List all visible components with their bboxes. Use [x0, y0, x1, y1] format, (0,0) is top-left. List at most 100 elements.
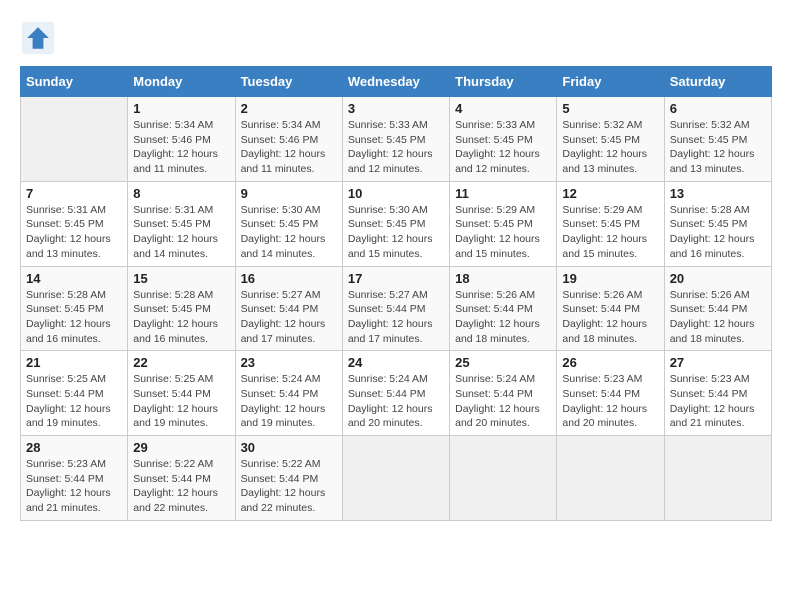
calendar-body: 1 Sunrise: 5:34 AM Sunset: 5:46 PM Dayli… — [21, 97, 772, 521]
day-number: 9 — [241, 186, 337, 201]
day-number: 23 — [241, 355, 337, 370]
day-info: Sunrise: 5:29 AM Sunset: 5:45 PM Dayligh… — [562, 203, 658, 262]
calendar-cell — [342, 436, 449, 521]
day-info: Sunrise: 5:25 AM Sunset: 5:44 PM Dayligh… — [26, 372, 122, 431]
day-number: 16 — [241, 271, 337, 286]
day-number: 7 — [26, 186, 122, 201]
day-number: 22 — [133, 355, 229, 370]
day-info: Sunrise: 5:26 AM Sunset: 5:44 PM Dayligh… — [670, 288, 766, 347]
calendar-cell: 5 Sunrise: 5:32 AM Sunset: 5:45 PM Dayli… — [557, 97, 664, 182]
calendar-cell: 23 Sunrise: 5:24 AM Sunset: 5:44 PM Dayl… — [235, 351, 342, 436]
day-info: Sunrise: 5:30 AM Sunset: 5:45 PM Dayligh… — [348, 203, 444, 262]
day-info: Sunrise: 5:26 AM Sunset: 5:44 PM Dayligh… — [562, 288, 658, 347]
calendar-cell: 25 Sunrise: 5:24 AM Sunset: 5:44 PM Dayl… — [450, 351, 557, 436]
calendar-cell: 28 Sunrise: 5:23 AM Sunset: 5:44 PM Dayl… — [21, 436, 128, 521]
calendar-cell: 3 Sunrise: 5:33 AM Sunset: 5:45 PM Dayli… — [342, 97, 449, 182]
day-number: 12 — [562, 186, 658, 201]
day-info: Sunrise: 5:34 AM Sunset: 5:46 PM Dayligh… — [241, 118, 337, 177]
calendar-cell: 22 Sunrise: 5:25 AM Sunset: 5:44 PM Dayl… — [128, 351, 235, 436]
day-number: 17 — [348, 271, 444, 286]
calendar-cell: 15 Sunrise: 5:28 AM Sunset: 5:45 PM Dayl… — [128, 266, 235, 351]
day-number: 4 — [455, 101, 551, 116]
day-number: 14 — [26, 271, 122, 286]
day-info: Sunrise: 5:28 AM Sunset: 5:45 PM Dayligh… — [133, 288, 229, 347]
day-info: Sunrise: 5:22 AM Sunset: 5:44 PM Dayligh… — [241, 457, 337, 516]
weekday-header-tuesday: Tuesday — [235, 67, 342, 97]
calendar-cell: 18 Sunrise: 5:26 AM Sunset: 5:44 PM Dayl… — [450, 266, 557, 351]
day-info: Sunrise: 5:27 AM Sunset: 5:44 PM Dayligh… — [241, 288, 337, 347]
day-number: 26 — [562, 355, 658, 370]
calendar-cell: 19 Sunrise: 5:26 AM Sunset: 5:44 PM Dayl… — [557, 266, 664, 351]
day-number: 24 — [348, 355, 444, 370]
day-info: Sunrise: 5:32 AM Sunset: 5:45 PM Dayligh… — [562, 118, 658, 177]
calendar-cell: 21 Sunrise: 5:25 AM Sunset: 5:44 PM Dayl… — [21, 351, 128, 436]
calendar-cell: 13 Sunrise: 5:28 AM Sunset: 5:45 PM Dayl… — [664, 181, 771, 266]
calendar-week-row: 14 Sunrise: 5:28 AM Sunset: 5:45 PM Dayl… — [21, 266, 772, 351]
calendar-cell — [21, 97, 128, 182]
day-number: 3 — [348, 101, 444, 116]
weekday-header-wednesday: Wednesday — [342, 67, 449, 97]
calendar-cell: 17 Sunrise: 5:27 AM Sunset: 5:44 PM Dayl… — [342, 266, 449, 351]
day-number: 29 — [133, 440, 229, 455]
day-info: Sunrise: 5:31 AM Sunset: 5:45 PM Dayligh… — [133, 203, 229, 262]
day-info: Sunrise: 5:25 AM Sunset: 5:44 PM Dayligh… — [133, 372, 229, 431]
day-number: 28 — [26, 440, 122, 455]
calendar-cell: 8 Sunrise: 5:31 AM Sunset: 5:45 PM Dayli… — [128, 181, 235, 266]
day-info: Sunrise: 5:34 AM Sunset: 5:46 PM Dayligh… — [133, 118, 229, 177]
calendar-cell: 10 Sunrise: 5:30 AM Sunset: 5:45 PM Dayl… — [342, 181, 449, 266]
calendar-week-row: 1 Sunrise: 5:34 AM Sunset: 5:46 PM Dayli… — [21, 97, 772, 182]
day-info: Sunrise: 5:26 AM Sunset: 5:44 PM Dayligh… — [455, 288, 551, 347]
day-info: Sunrise: 5:23 AM Sunset: 5:44 PM Dayligh… — [562, 372, 658, 431]
calendar-cell: 20 Sunrise: 5:26 AM Sunset: 5:44 PM Dayl… — [664, 266, 771, 351]
calendar-cell: 24 Sunrise: 5:24 AM Sunset: 5:44 PM Dayl… — [342, 351, 449, 436]
day-info: Sunrise: 5:24 AM Sunset: 5:44 PM Dayligh… — [348, 372, 444, 431]
calendar-cell: 29 Sunrise: 5:22 AM Sunset: 5:44 PM Dayl… — [128, 436, 235, 521]
weekday-header-thursday: Thursday — [450, 67, 557, 97]
calendar-cell: 11 Sunrise: 5:29 AM Sunset: 5:45 PM Dayl… — [450, 181, 557, 266]
day-info: Sunrise: 5:27 AM Sunset: 5:44 PM Dayligh… — [348, 288, 444, 347]
day-number: 2 — [241, 101, 337, 116]
calendar-cell: 26 Sunrise: 5:23 AM Sunset: 5:44 PM Dayl… — [557, 351, 664, 436]
day-info: Sunrise: 5:33 AM Sunset: 5:45 PM Dayligh… — [455, 118, 551, 177]
calendar-cell: 27 Sunrise: 5:23 AM Sunset: 5:44 PM Dayl… — [664, 351, 771, 436]
day-info: Sunrise: 5:23 AM Sunset: 5:44 PM Dayligh… — [670, 372, 766, 431]
page-header — [20, 20, 772, 56]
calendar-cell — [557, 436, 664, 521]
day-info: Sunrise: 5:23 AM Sunset: 5:44 PM Dayligh… — [26, 457, 122, 516]
day-number: 8 — [133, 186, 229, 201]
day-info: Sunrise: 5:31 AM Sunset: 5:45 PM Dayligh… — [26, 203, 122, 262]
day-number: 1 — [133, 101, 229, 116]
calendar-cell: 9 Sunrise: 5:30 AM Sunset: 5:45 PM Dayli… — [235, 181, 342, 266]
day-info: Sunrise: 5:29 AM Sunset: 5:45 PM Dayligh… — [455, 203, 551, 262]
day-number: 15 — [133, 271, 229, 286]
day-number: 13 — [670, 186, 766, 201]
day-info: Sunrise: 5:28 AM Sunset: 5:45 PM Dayligh… — [670, 203, 766, 262]
day-info: Sunrise: 5:32 AM Sunset: 5:45 PM Dayligh… — [670, 118, 766, 177]
day-info: Sunrise: 5:22 AM Sunset: 5:44 PM Dayligh… — [133, 457, 229, 516]
calendar-cell: 2 Sunrise: 5:34 AM Sunset: 5:46 PM Dayli… — [235, 97, 342, 182]
day-info: Sunrise: 5:24 AM Sunset: 5:44 PM Dayligh… — [241, 372, 337, 431]
day-info: Sunrise: 5:33 AM Sunset: 5:45 PM Dayligh… — [348, 118, 444, 177]
calendar-cell: 6 Sunrise: 5:32 AM Sunset: 5:45 PM Dayli… — [664, 97, 771, 182]
calendar-cell: 30 Sunrise: 5:22 AM Sunset: 5:44 PM Dayl… — [235, 436, 342, 521]
weekday-header-friday: Friday — [557, 67, 664, 97]
day-info: Sunrise: 5:24 AM Sunset: 5:44 PM Dayligh… — [455, 372, 551, 431]
logo — [20, 20, 60, 56]
calendar-cell: 16 Sunrise: 5:27 AM Sunset: 5:44 PM Dayl… — [235, 266, 342, 351]
calendar-cell — [450, 436, 557, 521]
calendar-cell: 7 Sunrise: 5:31 AM Sunset: 5:45 PM Dayli… — [21, 181, 128, 266]
day-info: Sunrise: 5:30 AM Sunset: 5:45 PM Dayligh… — [241, 203, 337, 262]
day-number: 18 — [455, 271, 551, 286]
day-number: 19 — [562, 271, 658, 286]
day-info: Sunrise: 5:28 AM Sunset: 5:45 PM Dayligh… — [26, 288, 122, 347]
weekday-header-sunday: Sunday — [21, 67, 128, 97]
logo-icon — [20, 20, 56, 56]
calendar-cell: 14 Sunrise: 5:28 AM Sunset: 5:45 PM Dayl… — [21, 266, 128, 351]
calendar-cell: 12 Sunrise: 5:29 AM Sunset: 5:45 PM Dayl… — [557, 181, 664, 266]
day-number: 25 — [455, 355, 551, 370]
weekday-header-row: SundayMondayTuesdayWednesdayThursdayFrid… — [21, 67, 772, 97]
day-number: 11 — [455, 186, 551, 201]
calendar-cell — [664, 436, 771, 521]
day-number: 21 — [26, 355, 122, 370]
calendar-week-row: 28 Sunrise: 5:23 AM Sunset: 5:44 PM Dayl… — [21, 436, 772, 521]
